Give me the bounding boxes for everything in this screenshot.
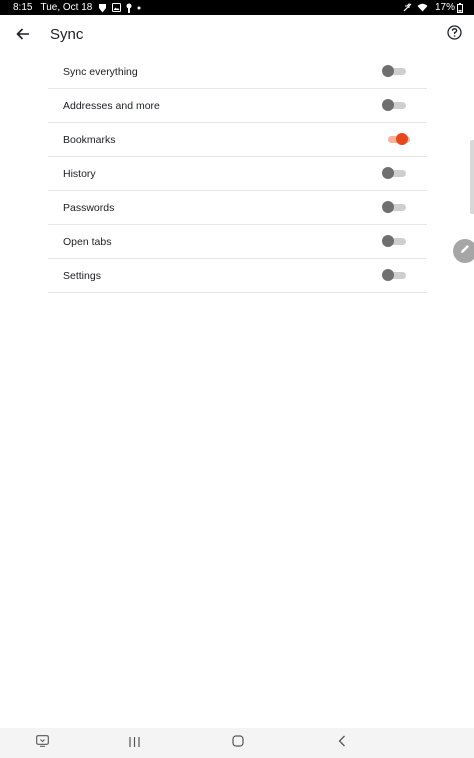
system-back-button[interactable] xyxy=(334,735,350,751)
status-time: 8:15 xyxy=(13,2,33,13)
home-button[interactable] xyxy=(230,735,246,751)
edit-button[interactable] xyxy=(453,239,474,263)
recents-icon xyxy=(128,734,140,752)
help-circle-icon xyxy=(446,25,462,45)
home-icon xyxy=(232,734,244,752)
sync-item-label: History xyxy=(63,168,96,180)
settings-toggle[interactable] xyxy=(382,269,406,281)
sync-everything-toggle[interactable] xyxy=(382,65,406,77)
sync-item-bookmarks[interactable]: Bookmarks xyxy=(48,123,427,157)
sync-item-addresses[interactable]: Addresses and more xyxy=(48,89,427,123)
recents-button[interactable] xyxy=(126,735,142,751)
sync-item-label: Passwords xyxy=(63,202,115,214)
keyhole-icon xyxy=(126,3,132,13)
pencil-icon xyxy=(459,242,471,260)
sync-item-settings[interactable]: Settings xyxy=(48,259,427,293)
sync-item-label: Bookmarks xyxy=(63,134,116,146)
sync-item-open-tabs[interactable]: Open tabs xyxy=(48,225,427,259)
keyboard-icon xyxy=(35,734,49,752)
status-date: Tue, Oct 18 xyxy=(40,2,93,13)
sync-item-label: Settings xyxy=(63,270,101,282)
history-toggle[interactable] xyxy=(382,167,406,179)
sync-item-label: Addresses and more xyxy=(63,100,160,112)
sync-item-label: Sync everything xyxy=(63,66,138,78)
wifi-icon xyxy=(417,3,428,13)
arrow-left-icon xyxy=(16,27,30,46)
help-button[interactable] xyxy=(443,24,465,46)
bookmarks-toggle[interactable] xyxy=(384,133,410,145)
edge-panel-handle[interactable] xyxy=(470,140,474,214)
app-bar: Sync xyxy=(0,15,474,57)
back-button[interactable] xyxy=(11,24,35,48)
sync-list: Sync everything Addresses and more Bookm… xyxy=(48,55,427,293)
battery-icon xyxy=(457,2,463,13)
page-title: Sync xyxy=(50,26,84,43)
open-tabs-toggle[interactable] xyxy=(382,235,406,247)
image-icon xyxy=(112,3,122,13)
sync-item-label: Open tabs xyxy=(63,236,112,248)
sync-item-sync-everything[interactable]: Sync everything xyxy=(48,55,427,89)
sync-item-passwords[interactable]: Passwords xyxy=(48,191,427,225)
navigation-bar xyxy=(0,728,474,758)
status-bar: 8:15 Tue, Oct 18 17% xyxy=(0,0,474,15)
addresses-toggle[interactable] xyxy=(382,99,406,111)
back-icon xyxy=(338,734,346,752)
battery-percent: 17% xyxy=(434,2,455,13)
sync-item-history[interactable]: History xyxy=(48,157,427,191)
keyboard-button[interactable] xyxy=(34,735,50,751)
passwords-toggle[interactable] xyxy=(382,201,406,213)
dot-icon xyxy=(137,3,141,13)
mute-icon xyxy=(403,3,412,13)
brave-lion-icon xyxy=(98,3,107,13)
